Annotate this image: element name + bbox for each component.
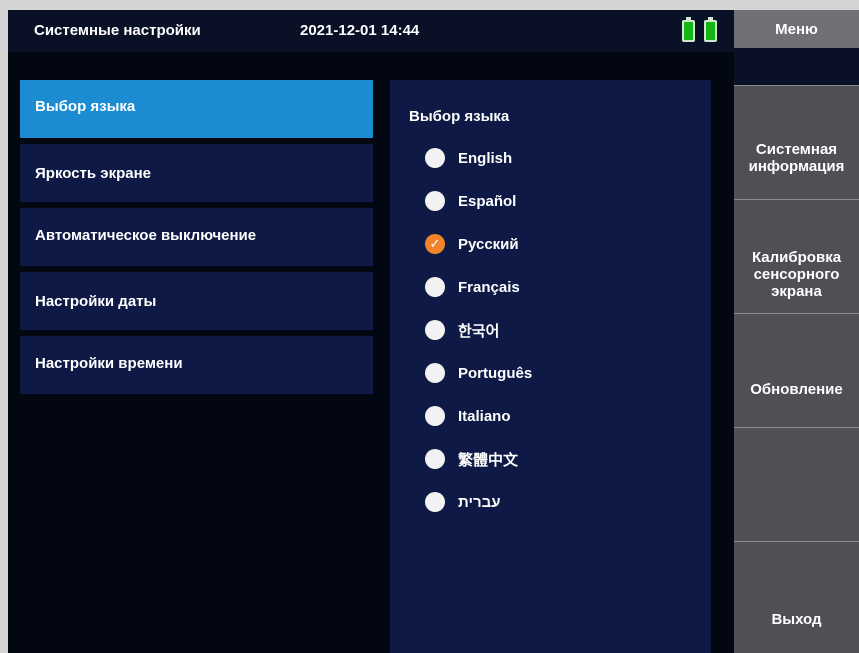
language-option-label: Español [458, 192, 517, 210]
settings-item-brightness[interactable]: Яркость экране [20, 144, 373, 202]
radio-unchecked-icon[interactable] [425, 449, 445, 469]
update-button-label: Обновление [750, 381, 843, 398]
main-screen: Системные настройки 2021-12-01 14:44 Выб… [8, 10, 734, 653]
page-title: Системные настройки [34, 22, 201, 39]
checkmark-icon: ✓ [429, 236, 441, 251]
settings-item-label: Яркость экране [35, 164, 151, 182]
language-option-french[interactable]: Français [425, 276, 520, 298]
datetime-display: 2021-12-01 14:44 [300, 22, 420, 39]
battery-icon [704, 17, 717, 42]
language-option-label: 繁體中文 [458, 451, 519, 469]
settings-item-label: Автоматическое выключение [35, 227, 257, 244]
radio-unchecked-icon[interactable] [425, 406, 445, 426]
language-option-label: 한국어 [458, 322, 500, 340]
radio-unchecked-icon[interactable] [425, 277, 445, 297]
settings-item-time[interactable]: Настройки времени [20, 336, 373, 394]
language-option-hebrew[interactable]: עברית [425, 491, 501, 513]
language-option-spanish[interactable]: Español [425, 190, 516, 212]
settings-item-auto-power-off[interactable]: Автоматическое выключение [20, 208, 373, 266]
language-option-label: Português [458, 364, 533, 382]
language-option-korean[interactable]: 한국어 [425, 319, 499, 341]
side-menu: Меню Системная информация Калибровка сен… [734, 0, 859, 653]
update-button[interactable]: Обновление [734, 313, 859, 427]
language-panel-title: Выбор языка [409, 108, 510, 125]
language-option-label: Русский [458, 235, 519, 253]
language-option-portuguese[interactable]: Português [425, 362, 532, 384]
language-option-label: עברית [458, 493, 501, 511]
settings-item-date[interactable]: Настройки даты [20, 272, 373, 330]
exit-button[interactable]: Выход [734, 541, 859, 653]
language-option-label: English [458, 149, 513, 167]
radio-unchecked-icon[interactable] [425, 148, 445, 168]
language-option-label: Français [458, 278, 520, 296]
system-info-button-label: Системная информация [748, 141, 845, 175]
battery-icon [682, 17, 695, 42]
radio-unchecked-icon[interactable] [425, 320, 445, 340]
status-bar: Системные настройки 2021-12-01 14:44 [8, 10, 734, 52]
radio-unchecked-icon[interactable] [425, 363, 445, 383]
settings-item-label: Настройки даты [35, 292, 157, 310]
settings-category-list: Выбор языка Яркость экране Автоматическо… [20, 80, 373, 400]
settings-item-label: Настройки времени [35, 355, 183, 372]
touch-calibration-button[interactable]: Калибровка сенсорного экрана [734, 199, 859, 313]
menu-spacer [734, 48, 859, 85]
settings-item-language[interactable]: Выбор языка [20, 80, 373, 138]
touch-calibration-button-label: Калибровка сенсорного экрана [751, 249, 842, 300]
menu-header: Меню [734, 10, 859, 48]
device-frame: Системные настройки 2021-12-01 14:44 Выб… [0, 0, 859, 653]
exit-button-label: Выход [771, 611, 822, 628]
system-info-button[interactable]: Системная информация [734, 85, 859, 199]
radio-unchecked-icon[interactable] [425, 191, 445, 211]
radio-checked-icon[interactable]: ✓ [425, 234, 445, 254]
empty-menu-button[interactable] [734, 427, 859, 541]
language-option-russian[interactable]: ✓ Русский [425, 233, 519, 255]
radio-unchecked-icon[interactable] [425, 492, 445, 512]
language-option-traditional-chinese[interactable]: 繁體中文 [425, 448, 518, 470]
language-option-english[interactable]: English [425, 147, 512, 169]
language-option-label: Italiano [458, 407, 511, 425]
settings-item-label: Выбор языка [35, 98, 136, 115]
language-option-italian[interactable]: Italiano [425, 405, 511, 427]
language-panel: Выбор языка English Español ✓ Русский Fr… [390, 80, 711, 653]
